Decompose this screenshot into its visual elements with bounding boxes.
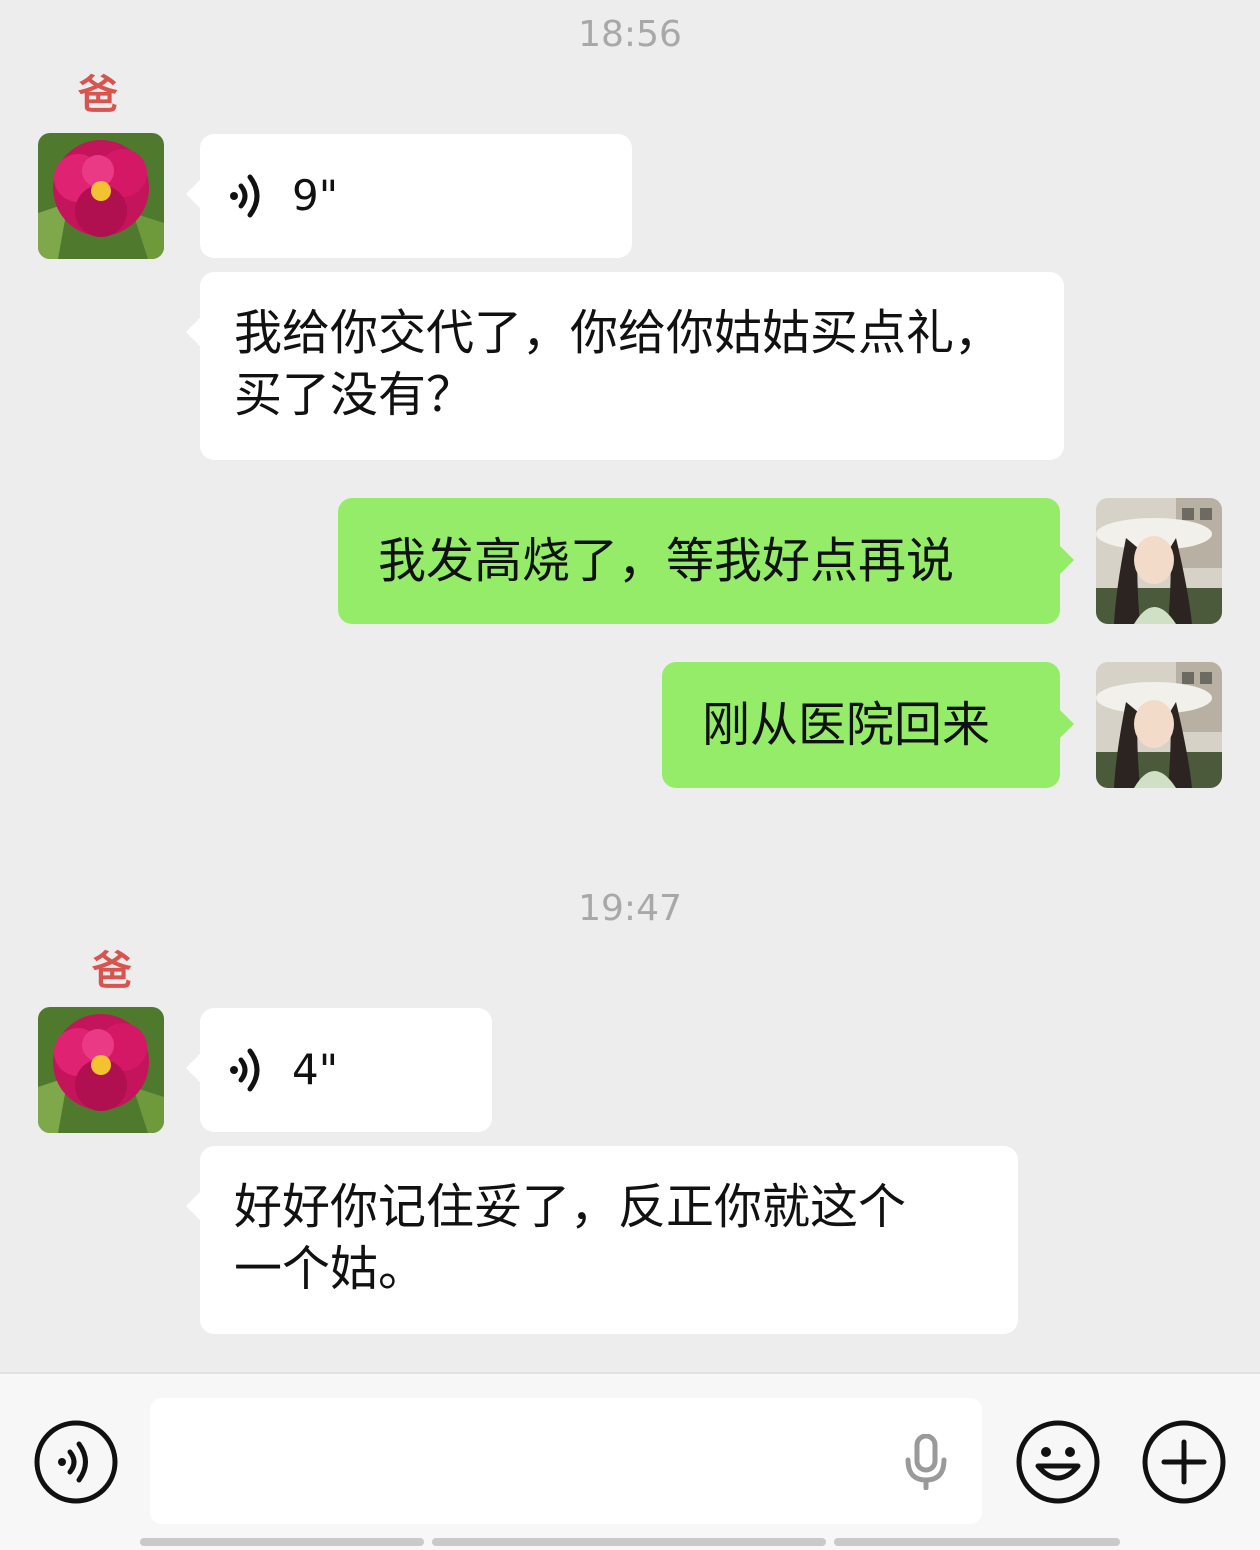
my-avatar[interactable] [1096,498,1222,624]
microphone-icon[interactable] [902,1434,950,1490]
more-button[interactable] [1142,1420,1226,1504]
message-text-line: 一个姑。 [234,1241,427,1297]
emoji-icon [1016,1420,1100,1504]
message-input[interactable] [150,1398,982,1524]
voice-toggle-button[interactable] [34,1420,118,1504]
my-message-bubble[interactable]: 刚从医院回来 [662,662,1074,788]
message-text-line: 我给你交代了，你给你姑姑买点礼， [234,305,1003,361]
scroll-indicator [834,1538,1120,1546]
voice-wave-icon [230,1048,260,1092]
timestamp: 18:56 [578,14,682,55]
voice-message-bubble[interactable]: 4" [186,1008,492,1132]
message-text-line: 好好你记住妥了，反正你就这个 [234,1179,907,1235]
message-text: 我发高烧了，等我好点再说 [378,533,955,589]
voice-icon [34,1420,118,1504]
scroll-indicator [432,1538,826,1546]
my-message-bubble[interactable]: 我发高烧了，等我好点再说 [338,498,1074,624]
message-text: 刚从医院回来 [702,697,991,753]
flower-avatar-image [38,1007,164,1133]
voice-duration: 4" [292,1045,339,1094]
sender-avatar[interactable] [38,133,164,259]
voice-wave-icon [230,174,260,218]
text-message-bubble[interactable]: 好好你记住妥了，反正你就这个 一个姑。 [186,1146,1018,1334]
message-text-line: 买了没有？ [234,367,475,423]
my-avatar[interactable] [1096,662,1222,788]
plus-icon [1142,1420,1226,1504]
voice-message-bubble[interactable]: 9" [186,134,632,258]
sender-avatar[interactable] [38,1007,164,1133]
scroll-indicator [140,1538,424,1546]
flower-avatar-image [38,133,164,259]
sender-name: 爸 [92,948,132,994]
text-message-bubble[interactable]: 我给你交代了，你给你姑姑买点礼， 买了没有？ [186,272,1064,460]
portrait-avatar-image [1096,662,1222,788]
timestamp: 19:47 [578,888,682,929]
sender-name: 爸 [78,72,118,118]
portrait-avatar-image [1096,498,1222,624]
emoji-button[interactable] [1016,1420,1100,1504]
voice-duration: 9" [292,171,339,220]
